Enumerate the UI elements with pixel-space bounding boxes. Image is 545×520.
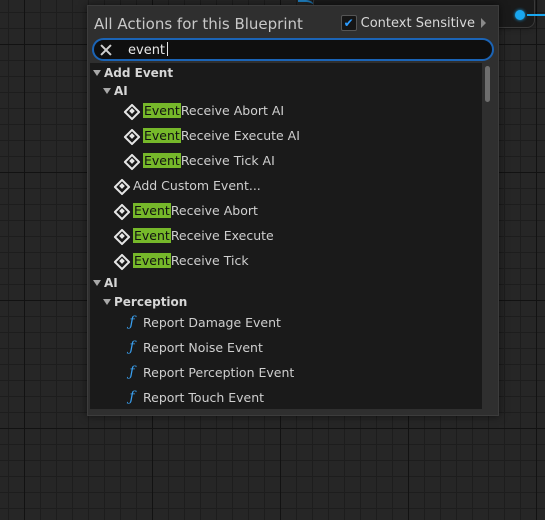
list-item-event[interactable]: Event Receive Tick AI xyxy=(125,153,275,168)
list-item-label: Receive Tick AI xyxy=(180,153,275,168)
category-add-event[interactable]: Add Event xyxy=(93,66,173,80)
action-list[interactable]: Add Event AI Event Receive Abort AI Even… xyxy=(90,63,482,409)
search-input-value: event xyxy=(128,42,166,58)
list-item-label: Report Noise Event xyxy=(143,339,263,355)
search-highlight: Event xyxy=(143,128,181,143)
search-input[interactable]: event xyxy=(128,41,169,58)
function-f-icon: ƒ xyxy=(129,389,135,405)
event-diamond-icon xyxy=(115,255,127,267)
event-diamond-icon xyxy=(115,205,127,217)
event-diamond-icon xyxy=(125,155,137,167)
triangle-down-icon[interactable] xyxy=(103,88,111,94)
context-sensitive-toggle[interactable]: ✔ Context Sensitive xyxy=(340,15,486,31)
clear-search-icon[interactable] xyxy=(100,44,112,56)
search-highlight: Event xyxy=(133,203,171,218)
category-ai[interactable]: AI xyxy=(93,276,118,290)
function-f-icon: ƒ xyxy=(129,364,135,380)
list-item-event[interactable]: Event Receive Abort AI xyxy=(125,103,284,118)
list-item-label: Receive Abort AI xyxy=(180,103,285,118)
list-item-event[interactable]: Event Receive Abort xyxy=(115,203,258,218)
event-diamond-icon xyxy=(125,105,137,117)
list-item-label: Report Perception Event xyxy=(143,364,295,380)
subcategory-perception[interactable]: Perception xyxy=(103,295,187,309)
list-item-label: Receive Abort xyxy=(170,203,258,218)
node-output-pin-icon[interactable] xyxy=(515,10,525,20)
search-highlight: Event xyxy=(143,153,181,168)
search-highlight: Event xyxy=(143,103,181,118)
triangle-down-icon[interactable] xyxy=(93,280,101,286)
panel-title: All Actions for this Blueprint xyxy=(94,15,303,33)
subcategory-ai[interactable]: AI xyxy=(103,84,128,98)
list-item-label: Report Damage Event xyxy=(143,314,281,330)
category-label: Perception xyxy=(114,295,188,309)
category-label: AI xyxy=(104,276,118,290)
expand-right-arrow-icon[interactable] xyxy=(481,18,486,28)
triangle-down-icon[interactable] xyxy=(103,299,111,305)
list-item-function[interactable]: ƒ Report Noise Event xyxy=(127,339,263,355)
action-menu-panel: All Actions for this Blueprint ✔ Context… xyxy=(87,5,499,416)
triangle-down-icon[interactable] xyxy=(93,70,101,76)
category-label: AI xyxy=(114,84,128,98)
list-item-label: Receive Execute xyxy=(170,228,274,243)
list-item-function[interactable]: ƒ Report Touch Event xyxy=(127,389,264,405)
event-diamond-icon xyxy=(125,130,137,142)
list-item-function[interactable]: ƒ Report Perception Event xyxy=(127,364,294,380)
list-item-label: Add Custom Event... xyxy=(133,178,261,193)
context-sensitive-label: Context Sensitive xyxy=(360,15,475,31)
list-item-event[interactable]: Event Receive Execute xyxy=(115,228,274,243)
context-sensitive-checkbox[interactable]: ✔ xyxy=(340,15,357,31)
text-caret xyxy=(167,41,169,56)
search-highlight: Event xyxy=(133,228,171,243)
function-f-icon: ƒ xyxy=(129,314,135,330)
list-item-add-custom-event[interactable]: Add Custom Event... xyxy=(115,178,261,193)
category-label: Add Event xyxy=(104,66,174,80)
search-box[interactable]: event xyxy=(92,38,494,61)
connection-wire-output xyxy=(527,14,545,16)
function-f-icon: ƒ xyxy=(129,339,135,355)
list-item-label: Receive Tick xyxy=(170,253,249,268)
event-diamond-icon xyxy=(115,180,127,192)
list-item-label: Receive Execute AI xyxy=(180,128,300,143)
list-item-label: Report Touch Event xyxy=(143,389,265,405)
list-item-event[interactable]: Event Receive Tick xyxy=(115,253,249,268)
search-highlight: Event xyxy=(133,253,171,268)
list-item-function[interactable]: ƒ Report Damage Event xyxy=(127,314,281,330)
event-diamond-icon xyxy=(115,230,127,242)
list-item-event[interactable]: Event Receive Execute AI xyxy=(125,128,300,143)
checkmark-icon: ✔ xyxy=(343,16,354,30)
list-scrollbar[interactable] xyxy=(485,66,490,102)
